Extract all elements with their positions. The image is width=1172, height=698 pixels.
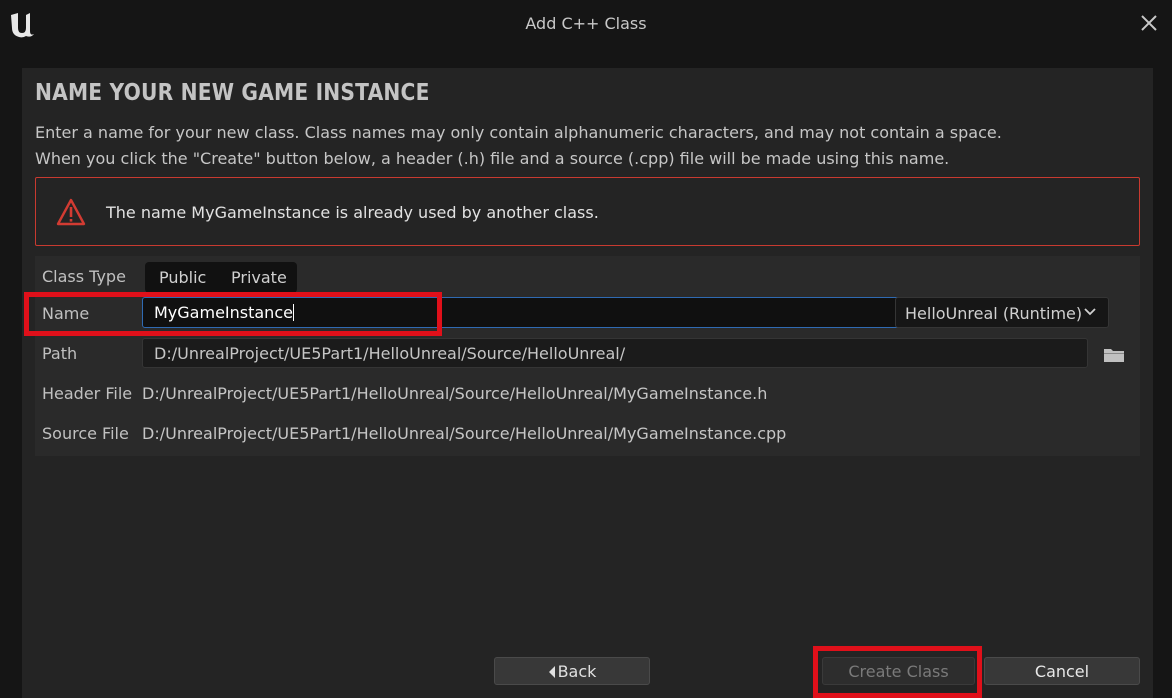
error-message: The name MyGameInstance is already used … <box>106 203 599 222</box>
class-name-input[interactable]: MyGameInstance <box>142 297 908 328</box>
path-input[interactable]: D:/UnrealProject/UE5Part1/HelloUnreal/So… <box>142 338 1088 368</box>
header-file-label: Header File <box>42 384 133 403</box>
folder-icon[interactable] <box>1103 347 1125 363</box>
path-label: Path <box>42 344 78 363</box>
cancel-button-label: Cancel <box>1034 662 1090 681</box>
back-arrow-icon <box>548 666 555 678</box>
description-line-1: Enter a name for your new class. Class n… <box>35 123 1002 142</box>
source-file-value: D:/UnrealProject/UE5Part1/HelloUnreal/So… <box>142 424 787 443</box>
cancel-button[interactable]: Cancel <box>984 657 1140 685</box>
back-button[interactable]: Back <box>494 657 650 685</box>
create-class-label: Create Class <box>848 662 949 681</box>
path-value: D:/UnrealProject/UE5Part1/HelloUnreal/So… <box>154 344 626 363</box>
warning-icon <box>56 198 86 226</box>
class-type-private[interactable]: Private <box>231 268 287 287</box>
page-title: NAME YOUR NEW GAME INSTANCE <box>35 80 430 106</box>
module-dropdown[interactable]: HelloUnreal (Runtime) <box>895 297 1109 328</box>
close-icon[interactable] <box>1140 14 1158 32</box>
window-title: Add C++ Class <box>525 14 647 33</box>
class-type-public[interactable]: Public <box>159 268 206 287</box>
create-class-button[interactable]: Create Class <box>822 657 975 685</box>
back-button-label: Back <box>557 662 597 681</box>
class-name-value: MyGameInstance <box>154 303 293 322</box>
chevron-down-icon <box>1084 308 1096 316</box>
text-caret <box>292 304 294 321</box>
module-dropdown-value: HelloUnreal (Runtime) <box>905 304 1083 323</box>
title-bar: Add C++ Class <box>0 0 1172 48</box>
description-line-2: When you click the "Create" button below… <box>35 149 950 168</box>
class-type-label: Class Type <box>42 267 126 286</box>
name-label: Name <box>42 304 90 323</box>
dialog-panel: NAME YOUR NEW GAME INSTANCE Enter a name… <box>22 68 1153 698</box>
source-file-label: Source File <box>42 424 129 443</box>
class-type-toggle: Public Private <box>145 262 297 293</box>
error-message-box: The name MyGameInstance is already used … <box>35 177 1140 246</box>
header-file-value: D:/UnrealProject/UE5Part1/HelloUnreal/So… <box>142 384 768 403</box>
